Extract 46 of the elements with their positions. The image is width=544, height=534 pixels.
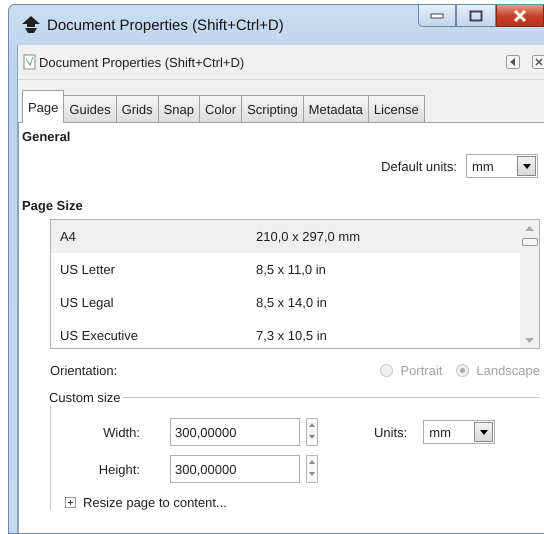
tab[interactable]: Scripting — [241, 95, 304, 122]
expander-icon[interactable] — [65, 497, 76, 508]
scroll-thumb[interactable] — [522, 238, 538, 246]
spin-buttons[interactable] — [306, 455, 318, 483]
minimize-icon — [430, 12, 444, 20]
maximize-button[interactable] — [456, 5, 496, 27]
width-field[interactable]: 300,00000 — [170, 418, 300, 446]
close-icon[interactable] — [532, 55, 544, 69]
document-icon — [23, 54, 37, 70]
spin-buttons[interactable] — [306, 418, 318, 446]
height-field[interactable]: 300,00000 — [170, 455, 300, 483]
app-icon — [21, 15, 41, 35]
tab[interactable]: Page — [22, 90, 64, 123]
section-heading: Page Size — [22, 198, 83, 213]
field-label: Units: — [374, 424, 408, 440]
section-heading: General — [22, 129, 70, 144]
caret-icon — [522, 164, 530, 168]
maximize-icon — [469, 10, 483, 22]
caret-icon — [480, 430, 488, 434]
field-label: Height: — [98, 462, 140, 476]
field-label: Default units: — [381, 158, 457, 174]
panel-title: Document Properties (Shift+Ctrl+D) — [39, 54, 246, 70]
close-icon — [513, 10, 527, 22]
expander-label[interactable]: Resize page to content... — [83, 495, 227, 510]
units-dropdown[interactable]: mm — [423, 420, 496, 444]
field-label: Width: — [102, 424, 140, 440]
tab[interactable]: Grids — [116, 95, 159, 122]
group-label: Custom size — [48, 390, 122, 405]
minimize-button[interactable] — [418, 5, 456, 27]
tab[interactable]: Snap — [158, 95, 200, 122]
units-dropdown[interactable]: mm — [466, 154, 538, 178]
list-row[interactable]: US Executive 7,3 x 10,5 in — [51, 319, 520, 348]
scroll-down-icon[interactable] — [525, 338, 534, 344]
scroll-up-icon[interactable] — [525, 226, 534, 232]
tab[interactable]: Color — [199, 95, 242, 122]
scrollbar[interactable] — [520, 220, 539, 348]
tab[interactable]: Guides — [63, 95, 117, 122]
close-button[interactable] — [496, 5, 544, 27]
tab[interactable]: License — [368, 95, 425, 122]
tab[interactable]: Metadata — [302, 95, 369, 122]
window-title: Document Properties (Shift+Ctrl+D) — [47, 16, 285, 34]
list-row[interactable]: A4 210,0 x 297,0 mm — [51, 220, 520, 253]
list-row[interactable]: US Legal 8,5 x 14,0 in — [51, 286, 520, 319]
list-row[interactable]: US Letter 8,5 x 11,0 in — [51, 253, 520, 286]
field-label: Orientation: — [50, 363, 118, 378]
collapse-left-icon[interactable] — [506, 55, 520, 69]
